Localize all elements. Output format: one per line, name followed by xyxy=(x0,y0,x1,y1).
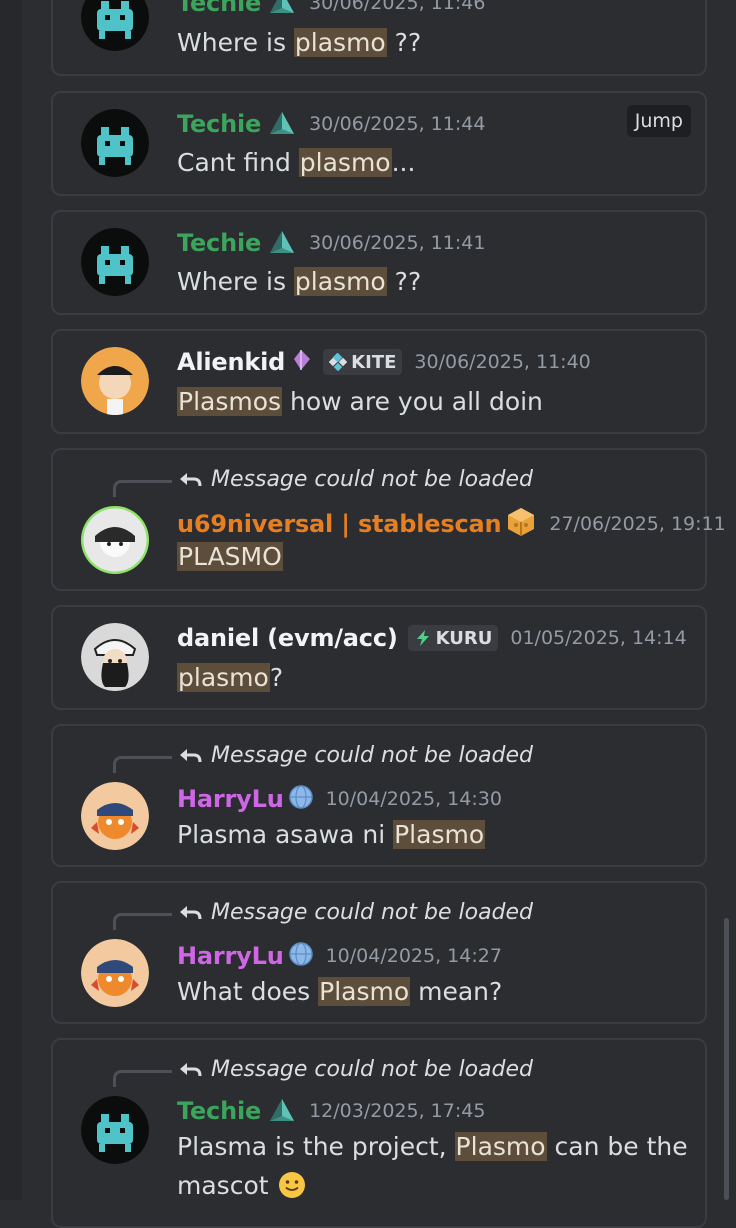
search-result-message[interactable]: Techie 30/06/2025, 11:46 Where is plasmo… xyxy=(51,0,707,76)
search-highlight: PLASMO xyxy=(177,542,283,571)
timestamp: 30/06/2025, 11:46 xyxy=(309,0,486,14)
search-result-message[interactable]: daniel (evm/acc) KURU 01/05/2025, 14:14 … xyxy=(51,605,707,710)
message-content: Where is plasmo ?? xyxy=(177,267,422,296)
kite-icon xyxy=(289,348,313,376)
message-content: Plasma asawa ni Plasmo xyxy=(177,820,486,849)
search-highlight: Plasmos xyxy=(177,387,283,416)
role-pyramid-icon xyxy=(267,109,297,139)
reply-connector xyxy=(113,1070,172,1087)
avatar[interactable] xyxy=(81,623,149,691)
message-content: plasmo? xyxy=(177,663,284,692)
message-content-line2: mascot xyxy=(177,1170,307,1200)
reply-reference: Message could not be loaded xyxy=(177,900,533,925)
reply-arrow-icon xyxy=(180,748,202,762)
author-name[interactable]: HarryLu xyxy=(177,785,284,813)
search-highlight: plasmo xyxy=(298,148,392,177)
timestamp: 12/03/2025, 17:45 xyxy=(309,1100,486,1122)
reply-connector xyxy=(113,480,172,497)
search-highlight: plasmo xyxy=(293,267,387,296)
timestamp: 30/06/2025, 11:40 xyxy=(414,351,591,373)
message-content: Plasmos how are you all doin xyxy=(177,387,543,416)
channel-gutter xyxy=(0,0,22,1200)
search-result-message[interactable]: Message could not be loaded HarryLu 10/0… xyxy=(51,881,707,1024)
server-tag[interactable]: KURU xyxy=(407,625,499,651)
message-content: Plasma is the project, Plasmo can be the xyxy=(177,1132,688,1161)
avatar[interactable] xyxy=(81,939,149,1007)
search-highlight: Plasmo xyxy=(318,977,411,1006)
search-highlight: plasmo xyxy=(177,663,270,692)
avatar[interactable] xyxy=(81,0,149,51)
timestamp: 10/04/2025, 14:27 xyxy=(325,945,502,967)
avatar[interactable] xyxy=(81,109,149,177)
avatar[interactable] xyxy=(81,506,149,574)
avatar[interactable] xyxy=(81,347,149,415)
search-result-message[interactable]: Message could not be loaded HarryLu 10/0… xyxy=(51,724,707,867)
server-tag[interactable]: KITE xyxy=(323,349,403,375)
author-name[interactable]: u69niversal | stablescan xyxy=(177,510,502,538)
reply-reference: Message could not be loaded xyxy=(177,1057,533,1082)
message-content: PLASMO xyxy=(177,542,283,571)
reply-reference: Message could not be loaded xyxy=(177,467,533,492)
search-result-message[interactable]: Alienkid KITE 30/06/2025, 11:40 Plasmos … xyxy=(51,329,707,434)
timestamp: 27/06/2025, 19:11 xyxy=(549,513,726,535)
avatar[interactable] xyxy=(81,782,149,850)
timestamp: 30/06/2025, 11:41 xyxy=(309,232,486,254)
reply-connector xyxy=(113,913,172,930)
box-icon xyxy=(505,506,537,542)
scrollbar[interactable] xyxy=(723,0,731,1200)
author-name[interactable]: Techie xyxy=(177,1097,261,1125)
search-result-message[interactable]: Techie 30/06/2025, 11:41 Where is plasmo… xyxy=(51,210,707,315)
lightning-icon xyxy=(416,630,429,646)
author-name[interactable]: Alienkid xyxy=(177,348,285,376)
author-name[interactable]: Techie xyxy=(177,229,261,257)
author-name[interactable]: HarryLu xyxy=(177,942,284,970)
reply-reference: Message could not be loaded xyxy=(177,743,533,768)
timestamp: 30/06/2025, 11:44 xyxy=(309,113,486,135)
slight-smile-icon xyxy=(277,1170,307,1200)
search-highlight: plasmo xyxy=(293,28,387,57)
search-result-message[interactable]: Techie 30/06/2025, 11:44 Cant find plasm… xyxy=(51,91,707,196)
avatar[interactable] xyxy=(81,228,149,296)
avatar[interactable] xyxy=(81,1096,149,1164)
reply-connector xyxy=(113,756,172,773)
message-content: Cant find plasmo... xyxy=(177,148,416,177)
message-content: What does Plasmo mean? xyxy=(177,977,503,1006)
globe-icon xyxy=(288,941,314,971)
search-result-message[interactable]: Message could not be loaded u69niversal … xyxy=(51,448,726,591)
search-highlight: Plasmo xyxy=(393,820,486,849)
globe-icon xyxy=(288,784,314,814)
author-name[interactable]: Techie xyxy=(177,0,261,17)
jump-button[interactable]: Jump xyxy=(626,105,691,137)
reply-arrow-icon xyxy=(180,1062,202,1076)
author-name[interactable]: Techie xyxy=(177,110,261,138)
search-highlight: Plasmo xyxy=(454,1132,547,1161)
role-pyramid-icon xyxy=(267,228,297,258)
timestamp: 01/05/2025, 14:14 xyxy=(510,627,687,649)
timestamp: 10/04/2025, 14:30 xyxy=(325,788,502,810)
role-pyramid-icon xyxy=(267,1096,297,1126)
author-name[interactable]: daniel (evm/acc) xyxy=(177,624,398,652)
scrollbar-thumb[interactable] xyxy=(724,918,729,1200)
reply-arrow-icon xyxy=(180,905,202,919)
kite-tag-icon xyxy=(329,353,348,371)
role-pyramid-icon xyxy=(267,0,297,18)
reply-arrow-icon xyxy=(180,472,202,486)
message-content: Where is plasmo ?? xyxy=(177,28,422,57)
